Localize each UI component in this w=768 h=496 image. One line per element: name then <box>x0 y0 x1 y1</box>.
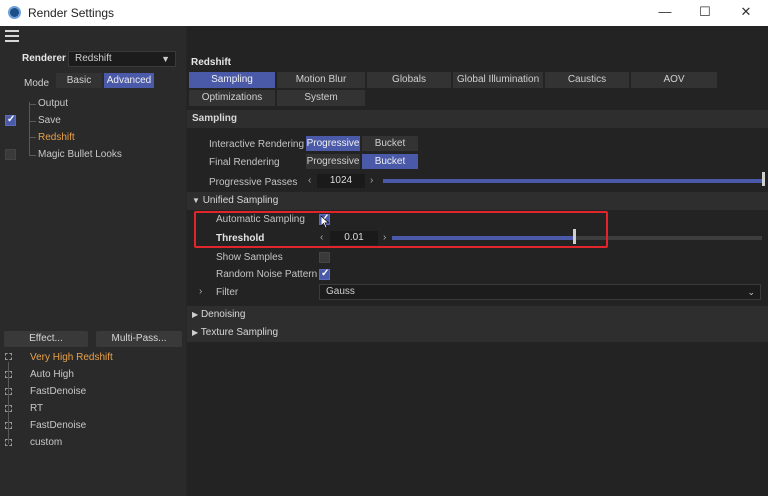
interactive-rendering-label: Interactive Rendering <box>209 139 305 150</box>
renderer-label: Renderer <box>22 53 66 64</box>
mouse-cursor-icon <box>321 216 329 228</box>
denoising-title: Denoising <box>200 309 246 320</box>
preset-item-fastdenoise[interactable]: FastDenoise <box>30 386 86 397</box>
preset-item-very-high-redshift[interactable]: Very High Redshift <box>30 352 113 363</box>
tree-item-magic-bullet-looks[interactable]: Magic Bullet Looks <box>38 149 122 160</box>
sampling-section-header: Sampling <box>187 110 768 128</box>
preset-icon <box>5 371 12 378</box>
preset-icon <box>5 405 12 412</box>
mode-advanced-button[interactable]: Advanced <box>104 73 154 88</box>
unified-sampling-title: Unified Sampling <box>202 195 279 206</box>
left-panel: Renderer Redshift ▼ Mode Basic Advanced … <box>0 26 186 496</box>
tab-optimizations[interactable]: Optimizations <box>189 90 275 106</box>
tree-connector <box>29 121 36 122</box>
progressive-passes-slider[interactable] <box>383 179 763 183</box>
preset-item-custom[interactable]: custom <box>30 437 62 448</box>
save-checkbox[interactable] <box>5 114 16 126</box>
tree-item-output[interactable]: Output <box>38 98 68 109</box>
preset-icon <box>5 422 12 429</box>
maximize-button[interactable]: ☐ <box>694 2 716 22</box>
passes-decrement-icon[interactable]: ‹ <box>308 174 311 188</box>
tree-connector <box>29 137 36 138</box>
right-panel: Redshift Sampling Motion Blur Globals Gl… <box>187 26 768 496</box>
tab-global-illumination[interactable]: Global Illumination <box>453 72 543 88</box>
close-button[interactable]: ✕ <box>735 2 757 22</box>
preset-active-icon <box>5 353 12 360</box>
final-rendering-label: Final Rendering <box>209 157 280 168</box>
texture-sampling-header[interactable]: ▶ Texture Sampling <box>187 324 768 342</box>
expand-triangle-icon: ▶ <box>192 310 199 319</box>
renderer-dropdown[interactable]: Redshift ▼ <box>68 51 176 67</box>
denoising-header[interactable]: ▶ Denoising <box>187 306 768 324</box>
interactive-bucket-button[interactable]: Bucket <box>362 136 418 151</box>
unified-sampling-header[interactable]: ▼ Unified Sampling <box>187 192 768 210</box>
mode-basic-button[interactable]: Basic <box>56 73 102 88</box>
mode-label: Mode <box>24 78 50 89</box>
renderer-value: Redshift <box>75 53 112 64</box>
collapse-triangle-icon: ▼ <box>192 196 200 205</box>
tree-connector <box>29 155 36 156</box>
tab-system[interactable]: System <box>277 90 365 106</box>
final-bucket-button[interactable]: Bucket <box>362 154 418 169</box>
texture-sampling-title: Texture Sampling <box>200 327 279 338</box>
tab-aov[interactable]: AOV <box>631 72 717 88</box>
random-noise-pattern-label: Random Noise Pattern <box>216 269 318 280</box>
panel-title: Redshift <box>191 57 231 68</box>
tree-item-save[interactable]: Save <box>38 115 61 126</box>
window-titlebar: Render Settings — ☐ ✕ <box>0 0 768 26</box>
tree-connector <box>29 102 30 156</box>
filter-dropdown[interactable]: Gauss ⌄ <box>319 284 761 300</box>
show-samples-label: Show Samples <box>216 252 283 263</box>
filter-value: Gauss <box>326 286 355 297</box>
preset-icon <box>5 439 12 446</box>
chevron-down-icon: ▼ <box>161 54 170 64</box>
tab-motion-blur[interactable]: Motion Blur <box>277 72 365 88</box>
tree-connector <box>29 104 36 105</box>
chevron-down-icon: ⌄ <box>747 287 755 297</box>
tree-item-redshift[interactable]: Redshift <box>38 132 75 143</box>
tab-sampling[interactable]: Sampling <box>189 72 275 88</box>
interactive-progressive-button[interactable]: Progressive <box>306 136 360 151</box>
magic-bullet-checkbox[interactable] <box>5 149 16 160</box>
progressive-passes-slider-fill <box>383 179 763 183</box>
final-progressive-button[interactable]: Progressive <box>306 154 360 169</box>
random-noise-pattern-checkbox[interactable] <box>319 268 330 280</box>
filter-expand-icon[interactable]: › <box>199 286 202 297</box>
effect-button[interactable]: Effect... <box>4 331 88 347</box>
tab-caustics[interactable]: Caustics <box>545 72 629 88</box>
cinema4d-app-icon <box>8 6 21 19</box>
expand-triangle-icon: ▶ <box>192 328 199 337</box>
filter-label: Filter <box>216 287 239 298</box>
multi-pass-button[interactable]: Multi-Pass... <box>96 331 182 347</box>
passes-increment-icon[interactable]: › <box>370 174 373 188</box>
preset-item-fastdenoise[interactable]: FastDenoise <box>30 420 86 431</box>
window-title: Render Settings <box>28 6 115 20</box>
menu-icon[interactable] <box>5 30 19 42</box>
tab-globals[interactable]: Globals <box>367 72 451 88</box>
progressive-passes-slider-handle[interactable] <box>762 172 765 186</box>
preset-item-rt[interactable]: RT <box>30 403 43 414</box>
preset-icon <box>5 388 12 395</box>
minimize-button[interactable]: — <box>654 2 676 22</box>
progressive-passes-label: Progressive Passes <box>209 177 298 188</box>
annotation-highlight-box <box>194 211 608 248</box>
show-samples-checkbox[interactable] <box>319 252 330 263</box>
progressive-passes-input[interactable]: 1024 <box>317 174 365 188</box>
preset-item-auto-high[interactable]: Auto High <box>30 369 74 380</box>
